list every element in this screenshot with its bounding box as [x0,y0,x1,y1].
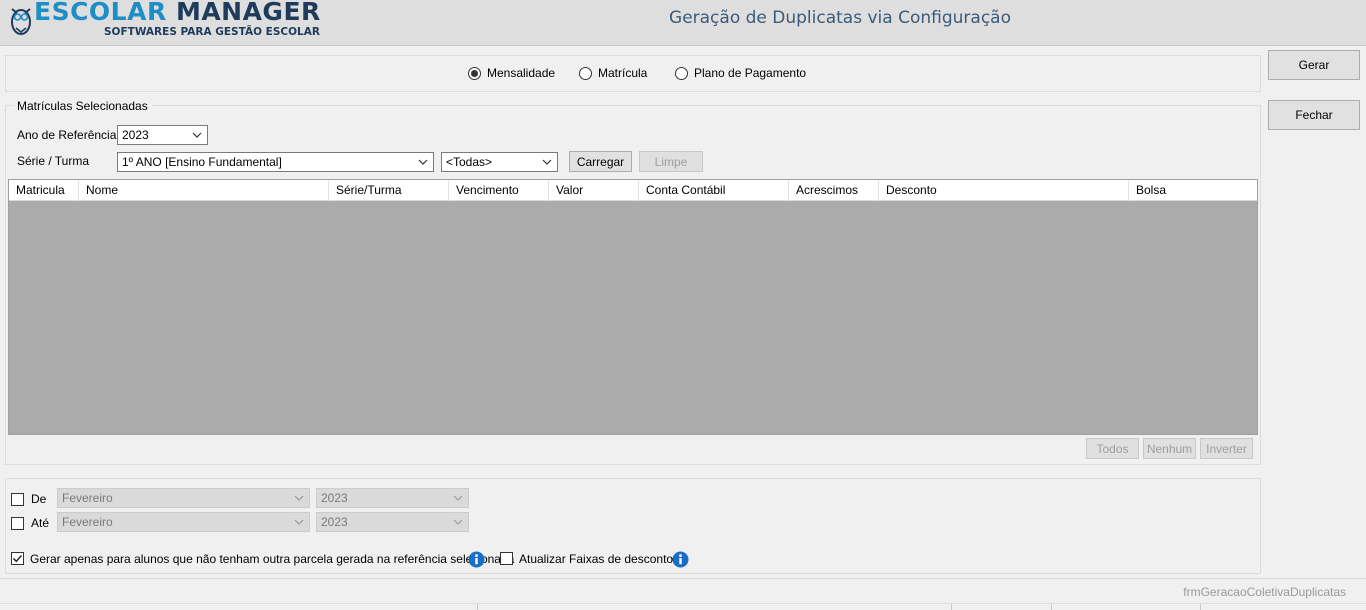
checkmark-icon [13,555,23,563]
escolar-manager-logo: ESCOLAR MANAGER SOFTWARES PARA GESTÃO ES… [6,0,320,44]
column-header-matricula[interactable]: Matricula [9,180,79,201]
status-bar: frmGeracaoColetivaDuplicatas [0,578,1366,610]
chevron-down-icon [294,519,304,525]
serie-value: 1º ANO [Ensino Fundamental] [122,155,282,169]
owl-logo-icon [11,8,31,35]
chevron-down-icon [294,495,304,501]
chevron-down-icon [418,159,428,165]
column-header-valor[interactable]: Valor [549,180,639,201]
ate-label: Até [31,516,50,530]
turma-value: <Todas> [446,155,493,169]
ano-referencia-label: Ano de Referência [17,128,117,142]
ate-checkbox[interactable] [11,517,24,530]
column-header-bolsa[interactable]: Bolsa [1129,180,1257,201]
gerar-apenas-label: Gerar apenas para alunos que não tenham … [30,552,515,566]
radio-selected-dot [471,69,478,77]
radio-mensalidade[interactable]: Mensalidade [468,65,555,81]
chevron-down-icon [192,132,202,138]
matriculas-grid[interactable]: Matricula Nome Série/Turma Vencimento Va… [8,179,1258,435]
de-ano-select[interactable]: 2023 [316,488,469,508]
radio-matricula-circle [579,66,592,80]
ate-mes-value: Fevereiro [62,515,113,529]
radio-plano-circle [675,66,688,80]
radio-matricula[interactable]: Matrícula [579,65,647,81]
de-label: De [31,492,47,506]
turma-select[interactable]: <Todas> [441,152,558,172]
todos-button[interactable]: Todos [1086,438,1139,459]
chevron-down-icon [453,519,463,525]
grid-header: Matricula Nome Série/Turma Vencimento Va… [9,180,1257,201]
column-header-vencimento[interactable]: Vencimento [449,180,549,201]
nenhum-button[interactable]: Nenhum [1143,438,1196,459]
info-icon[interactable] [672,551,689,568]
gerar-button[interactable]: Gerar [1268,50,1360,80]
header-bar: ESCOLAR MANAGER SOFTWARES PARA GESTÃO ES… [0,0,1366,46]
column-header-serie-turma[interactable]: Série/Turma [329,180,449,201]
gerar-apenas-checkbox[interactable] [11,552,24,565]
info-icon[interactable] [468,551,485,568]
logo-manager-text: MANAGER [175,0,321,26]
matriculas-group-title: Matrículas Selecionadas [13,99,152,113]
de-mes-value: Fevereiro [62,491,113,505]
ate-mes-select[interactable]: Fevereiro [57,512,310,532]
status-strip [0,603,1366,610]
column-header-acrescimos[interactable]: Acrescimos [789,180,879,201]
column-header-desconto[interactable]: Desconto [879,180,1129,201]
serie-select[interactable]: 1º ANO [Ensino Fundamental] [117,152,434,172]
chevron-down-icon [542,159,552,165]
chevron-down-icon [453,495,463,501]
atualizar-faixas-checkbox[interactable] [500,552,513,565]
de-checkbox[interactable] [11,493,24,506]
radio-mensalidade-circle [468,66,481,80]
ano-referencia-value: 2023 [122,128,149,142]
limpe-button[interactable]: Limpe [639,151,703,172]
de-mes-select[interactable]: Fevereiro [57,488,310,508]
serie-turma-label: Série / Turma [17,154,90,168]
logo-escolar-text: ESCOLAR [34,0,167,26]
atualizar-faixas-label: Atualizar Faixas de descontos. [519,552,683,566]
status-separator [951,604,952,610]
ano-referencia-select[interactable]: 2023 [117,125,208,145]
de-ano-value: 2023 [321,491,348,505]
window-title: Geração de Duplicatas via Configuração [669,8,1011,28]
status-separator [477,604,478,610]
column-header-nome[interactable]: Nome [79,180,329,201]
fechar-button[interactable]: Fechar [1268,100,1360,130]
column-header-conta-contabil[interactable]: Conta Contábil [639,180,789,201]
status-separator [1051,604,1052,610]
inverter-button[interactable]: Inverter [1200,438,1253,459]
form-name-label: frmGeracaoColetivaDuplicatas [1183,585,1346,599]
radio-plano-pagamento[interactable]: Plano de Pagamento [675,65,806,81]
logo-tagline: SOFTWARES PARA GESTÃO ESCOLAR [104,26,320,38]
radio-mensalidade-label: Mensalidade [487,66,556,80]
radio-matricula-label: Matrícula [598,66,648,80]
logo-text: ESCOLAR MANAGER [34,0,321,26]
radio-plano-label: Plano de Pagamento [694,66,807,80]
ate-ano-select[interactable]: 2023 [316,512,469,532]
status-separator [1200,604,1201,610]
ate-ano-value: 2023 [321,515,348,529]
carregar-button[interactable]: Carregar [569,151,632,172]
